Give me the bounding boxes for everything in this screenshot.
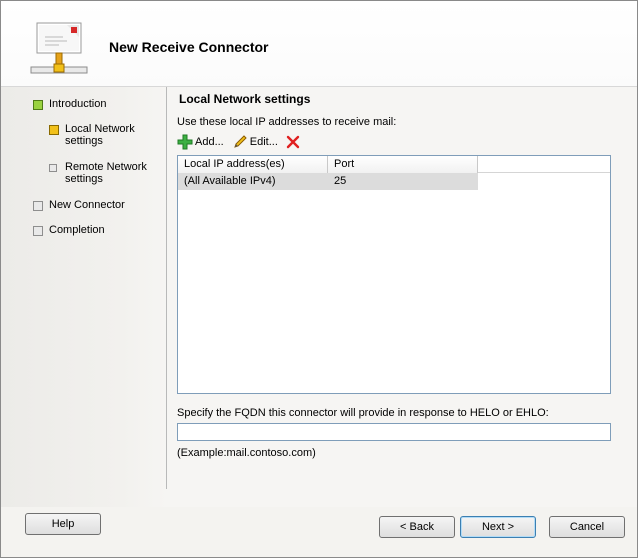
next-button[interactable]: Next > bbox=[460, 516, 536, 538]
list-header: Local IP address(es) Port bbox=[178, 156, 610, 173]
cancel-button[interactable]: Cancel bbox=[549, 516, 625, 538]
step-local-network-settings: Local Network settings bbox=[49, 123, 159, 147]
step-remote-network-settings: Remote Network settings bbox=[49, 161, 159, 185]
fqdn-example-text: (Example:mail.contoso.com) bbox=[177, 447, 316, 459]
add-icon bbox=[177, 134, 193, 150]
column-port[interactable]: Port bbox=[328, 156, 478, 173]
column-local-ip[interactable]: Local IP address(es) bbox=[178, 156, 328, 173]
local-network-settings-panel: Local Network settings Use these local I… bbox=[177, 87, 617, 487]
edit-button[interactable]: Edit... bbox=[232, 134, 278, 150]
step-label: Introduction bbox=[49, 98, 107, 110]
edit-pencil-icon bbox=[233, 135, 247, 148]
address-toolbar: Add... Edit... bbox=[177, 133, 310, 151]
wizard-title: New Receive Connector bbox=[109, 39, 269, 55]
step-pending-icon bbox=[33, 226, 43, 236]
back-button[interactable]: < Back bbox=[379, 516, 455, 538]
receive-connector-icon bbox=[30, 22, 88, 74]
instructions-text: Use these local IP addresses to receive … bbox=[177, 116, 397, 128]
step-introduction: Introduction bbox=[33, 98, 106, 110]
step-current-icon bbox=[49, 125, 59, 135]
wizard-footer: Help < Back Next > Cancel bbox=[1, 507, 637, 557]
step-label: Remote Network settings bbox=[65, 161, 147, 185]
cell-port: 25 bbox=[328, 173, 478, 190]
section-title: Local Network settings bbox=[179, 92, 311, 106]
fqdn-label: Specify the FQDN this connector will pro… bbox=[177, 407, 549, 419]
step-label: New Connector bbox=[49, 199, 125, 211]
step-label: Local Network settings bbox=[65, 123, 135, 147]
step-complete-icon bbox=[33, 100, 43, 110]
wizard-header: New Receive Connector bbox=[1, 1, 637, 87]
edit-label: Edit... bbox=[249, 136, 278, 148]
step-label: Completion bbox=[49, 224, 105, 236]
step-pending-icon bbox=[49, 164, 57, 172]
wizard-content: Introduction Local Network settings Remo… bbox=[1, 87, 637, 507]
step-new-connector: New Connector bbox=[33, 199, 125, 211]
wizard-window: New Receive Connector Introduction Local… bbox=[0, 0, 638, 558]
add-label: Add... bbox=[195, 136, 224, 148]
step-pending-icon bbox=[33, 201, 43, 211]
ip-address-list[interactable]: Local IP address(es) Port (All Available… bbox=[177, 155, 611, 394]
help-button[interactable]: Help bbox=[25, 513, 101, 535]
table-row[interactable]: (All Available IPv4) 25 bbox=[178, 173, 610, 190]
wizard-steps: Introduction Local Network settings Remo… bbox=[1, 87, 167, 487]
step-completion: Completion bbox=[33, 224, 105, 236]
fqdn-input[interactable] bbox=[177, 423, 611, 441]
add-button[interactable]: Add... bbox=[177, 134, 224, 150]
delete-x-icon bbox=[286, 135, 300, 149]
remove-button[interactable] bbox=[286, 135, 302, 149]
cell-address: (All Available IPv4) bbox=[178, 173, 328, 190]
nav-divider bbox=[166, 87, 167, 489]
